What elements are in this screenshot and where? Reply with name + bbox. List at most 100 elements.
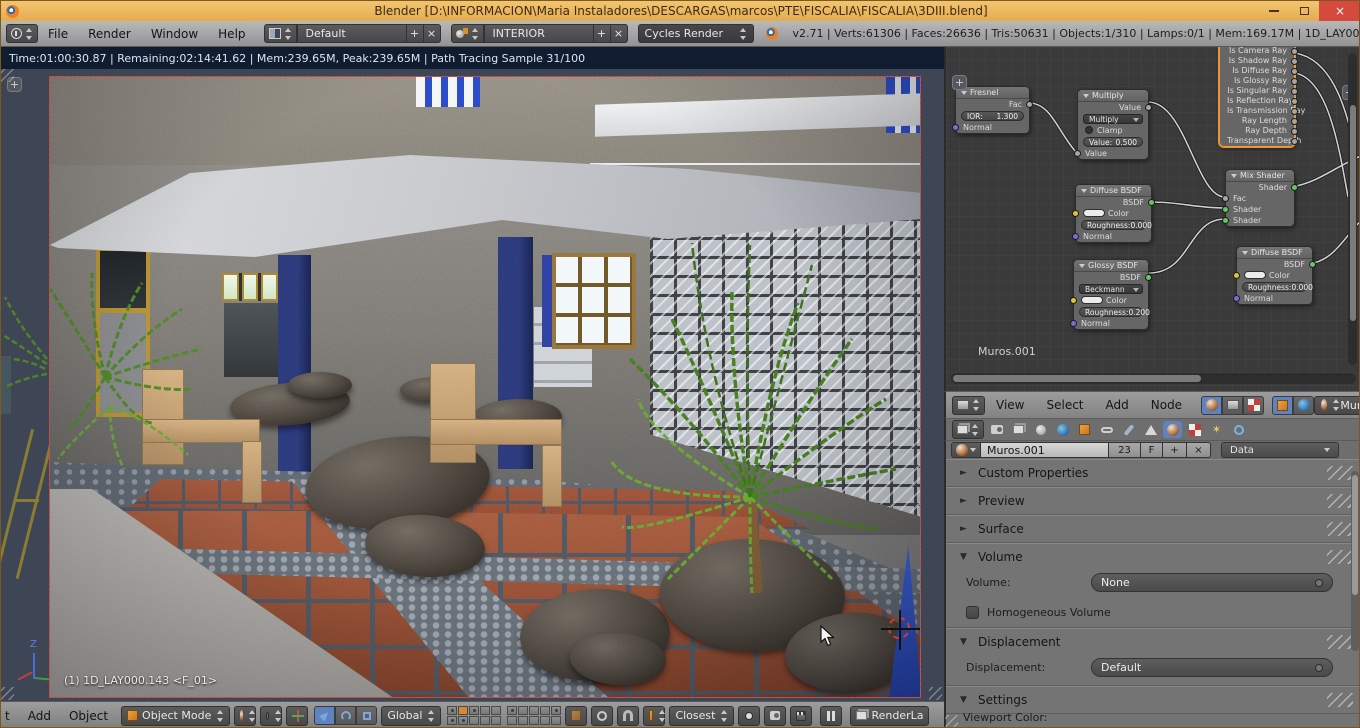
collapse-icon[interactable] <box>961 90 967 95</box>
collapse-icon[interactable] <box>1083 93 1089 98</box>
area-corner-grip[interactable] <box>1 687 14 700</box>
scene-add-button[interactable]: + <box>593 24 611 43</box>
socket-output[interactable] <box>1291 118 1298 125</box>
socket-input[interactable] <box>1222 206 1229 213</box>
tab-world[interactable] <box>1053 421 1072 438</box>
tab-texture[interactable] <box>1185 421 1204 438</box>
socket-output[interactable] <box>1291 68 1298 75</box>
horizontal-scrollbar[interactable] <box>951 373 1356 384</box>
pivot-point-select[interactable] <box>260 705 283 726</box>
node-multiply[interactable]: Multiply Value Multiply Clamp Value: 0.50… <box>1074 89 1152 160</box>
panel-arrow-icon[interactable]: ► <box>960 524 970 534</box>
world-shader-toggle[interactable] <box>1293 395 1315 415</box>
screen-layout-delete-button[interactable]: × <box>423 24 441 43</box>
scene-delete-button[interactable]: × <box>610 24 628 43</box>
material-unlink-button[interactable]: × <box>1187 442 1211 458</box>
tab-render[interactable] <box>987 421 1006 438</box>
menu-node[interactable]: Node <box>1140 398 1193 412</box>
shader-nodes-toggle[interactable] <box>1201 395 1223 415</box>
displacement-select[interactable]: Default <box>1091 658 1333 677</box>
screen-layout-add-button[interactable]: + <box>406 24 424 43</box>
object-shader-toggle[interactable] <box>1272 395 1294 415</box>
socket-input[interactable] <box>1070 297 1077 304</box>
opengl-animation-button[interactable] <box>790 705 813 726</box>
menu-file[interactable]: File <box>38 27 78 41</box>
panel-arrow-icon[interactable]: ► <box>960 496 970 506</box>
layer-cell[interactable] <box>529 706 540 715</box>
layer-cell[interactable] <box>458 716 469 725</box>
layer-cell[interactable] <box>551 706 562 715</box>
clamp-row[interactable]: Clamp <box>1078 125 1148 136</box>
lock-to-scene-toggle[interactable] <box>565 705 588 726</box>
layer-cell[interactable] <box>480 706 491 715</box>
roughness-slider[interactable]: Roughness: 0.000 <box>1242 282 1313 292</box>
socket-output[interactable] <box>1291 88 1298 95</box>
layer-cell[interactable] <box>518 706 529 715</box>
tab-constraints[interactable] <box>1097 421 1116 438</box>
area-corner-grip[interactable] <box>1 69 14 82</box>
tab-particles[interactable]: ✶ <box>1207 421 1226 438</box>
editor-type-button-node[interactable] <box>952 395 985 415</box>
material-name-input[interactable]: Muros.001 <box>981 442 1109 458</box>
compositing-nodes-toggle[interactable] <box>1222 395 1244 415</box>
socket-input[interactable] <box>1072 233 1079 240</box>
viewport-shading-select[interactable] <box>234 705 258 726</box>
scrollbar-thumb[interactable] <box>1349 105 1356 321</box>
node-header[interactable]: Diffuse BSDF <box>1237 247 1312 259</box>
render-engine-select[interactable]: Cycles Render <box>637 24 755 43</box>
menu-add[interactable]: Add <box>1095 398 1140 412</box>
maximize-button[interactable] <box>1289 1 1319 21</box>
snap-element-select[interactable] <box>643 705 666 726</box>
node-header[interactable]: Mix Shader <box>1226 170 1294 182</box>
socket-input[interactable] <box>952 124 959 131</box>
panel-arrow-icon[interactable]: ▼ <box>960 637 970 647</box>
layer-cell[interactable] <box>491 716 502 725</box>
clamp-checkbox[interactable] <box>1085 126 1093 134</box>
layer-cell[interactable] <box>540 716 551 725</box>
tab-render-layers[interactable] <box>1009 421 1028 438</box>
socket-output[interactable] <box>1291 78 1298 85</box>
distribution-select[interactable]: Beckmann <box>1079 284 1143 294</box>
menu-object[interactable]: Object <box>60 709 117 723</box>
socket-input[interactable] <box>1222 217 1229 224</box>
mode-select[interactable]: Object Mode <box>121 705 231 726</box>
layer-cell[interactable] <box>491 706 502 715</box>
node-diffuse-bsdf-1[interactable]: Diffuse BSDF BSDF Color Roughness: 0.000 … <box>1072 184 1155 243</box>
panel-grip[interactable] <box>1327 494 1353 508</box>
node-light-path[interactable]: Is Camera Ray Is Shadow Ray Is Diffuse R… <box>1219 47 1305 147</box>
vertical-scrollbar[interactable] <box>1351 471 1359 651</box>
scene-name[interactable]: INTERIOR <box>483 24 594 43</box>
socket-input[interactable] <box>1074 150 1081 157</box>
region-expand-button[interactable]: + <box>952 75 967 90</box>
socket-output[interactable] <box>1145 274 1152 281</box>
link-mode-select[interactable]: Data <box>1221 442 1339 458</box>
snap-target-button[interactable] <box>738 705 761 726</box>
socket-output[interactable] <box>1291 108 1298 115</box>
layer-cell[interactable] <box>540 706 551 715</box>
panel-grip[interactable] <box>1327 522 1353 536</box>
proportional-edit-toggle[interactable] <box>591 705 614 726</box>
roughness-slider[interactable]: Roughness: 0.200 <box>1079 307 1150 317</box>
layer-cell[interactable] <box>447 716 458 725</box>
collapse-icon[interactable] <box>1081 188 1087 193</box>
socket-output[interactable] <box>1291 98 1298 105</box>
editor-type-button-properties[interactable] <box>952 420 984 439</box>
pause-render-button[interactable] <box>820 705 843 726</box>
scrollbar-thumb[interactable] <box>1352 475 1358 595</box>
layer-cell[interactable] <box>507 706 518 715</box>
node-mix-shader[interactable]: Mix Shader Shader Fac Shader Shader <box>1222 169 1298 227</box>
panel-header[interactable]: ► Custom Properties <box>946 460 1359 486</box>
orientation-select[interactable]: Global <box>381 705 442 726</box>
material-users-button[interactable]: 23 <box>1109 442 1141 458</box>
tab-scene[interactable] <box>1031 421 1050 438</box>
collapse-icon[interactable] <box>1242 250 1248 255</box>
roughness-slider[interactable]: Roughness: 0.000 <box>1081 220 1152 230</box>
node-fresnel[interactable]: Fresnel Fac IOR: 1.300 Normal <box>952 86 1033 134</box>
editor-type-button-info[interactable] <box>6 24 38 43</box>
manipulate-origins-toggle[interactable] <box>286 705 309 726</box>
node-header[interactable]: Glossy BSDF <box>1074 260 1148 272</box>
socket-input[interactable] <box>1233 295 1240 302</box>
collapse-icon[interactable] <box>1079 263 1085 268</box>
area-corner-grip[interactable] <box>945 715 958 727</box>
socket-output[interactable] <box>1291 138 1298 145</box>
